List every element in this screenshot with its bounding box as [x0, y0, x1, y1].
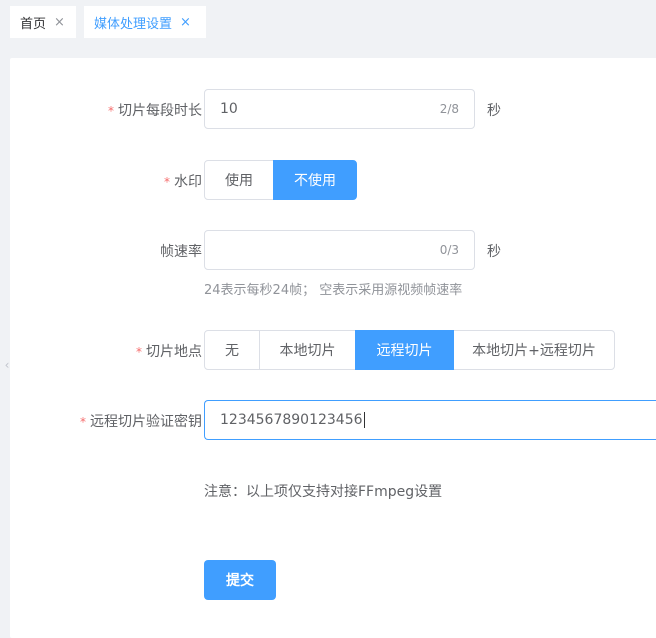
segment-duration-label: * 切片每段时长	[108, 103, 202, 119]
remote-key-label: * 远程切片验证密钥	[80, 414, 202, 430]
frame-rate-count: 0/3	[439, 243, 459, 257]
frame-rate-input[interactable]: 0/3	[204, 230, 475, 270]
slice-option-local[interactable]: 本地切片	[259, 330, 356, 370]
slice-option-remote[interactable]: 远程切片	[355, 330, 454, 370]
slice-option-none[interactable]: 无	[204, 330, 260, 370]
required-mark: *	[80, 415, 86, 429]
close-icon[interactable]: ×	[54, 15, 65, 30]
required-mark: *	[108, 104, 114, 118]
segment-duration-value: 10	[220, 101, 238, 117]
required-mark: *	[136, 345, 142, 359]
text-caret	[363, 412, 365, 428]
remote-key-input[interactable]: 1234567890123456	[204, 400, 656, 440]
watermark-option-use[interactable]: 使用	[204, 160, 274, 200]
submit-button[interactable]: 提交	[204, 560, 276, 600]
settings-form-card: ‹ * 切片每段时长 10 2/8 秒 * 水印 使用 不使用 帧速率 0/3 秒 …	[5, 58, 656, 638]
tab-home-label: 首页	[20, 16, 47, 32]
slice-location-group: 无 本地切片 远程切片 本地切片+远程切片	[204, 330, 615, 370]
watermark-label: * 水印	[164, 174, 202, 190]
segment-duration-count: 2/8	[439, 102, 459, 116]
tab-home[interactable]: 首页 ×	[10, 6, 76, 38]
ffmpeg-note: 注意：以上项仅支持对接FFmpeg设置	[204, 484, 443, 500]
slice-location-label: * 切片地点	[136, 344, 202, 360]
watermark-toggle: 使用 不使用	[204, 160, 357, 200]
frame-rate-label: 帧速率	[160, 244, 202, 260]
slice-option-local-remote[interactable]: 本地切片+远程切片	[453, 330, 615, 370]
tab-media-settings[interactable]: 媒体处理设置 ×	[84, 6, 206, 38]
chevron-left-icon[interactable]: ‹	[0, 344, 14, 386]
remote-key-value: 1234567890123456	[220, 412, 363, 428]
frame-rate-hint: 24表示每秒24帧； 空表示采用源视频帧速率	[204, 283, 463, 298]
required-mark: *	[164, 175, 170, 189]
frame-rate-unit: 秒	[487, 244, 501, 260]
tab-media-settings-label: 媒体处理设置	[94, 16, 173, 32]
close-icon[interactable]: ×	[180, 15, 191, 30]
watermark-option-no-use[interactable]: 不使用	[273, 160, 357, 200]
segment-duration-unit: 秒	[487, 103, 501, 119]
tab-bar: 首页 × 媒体处理设置 ×	[0, 0, 656, 46]
segment-duration-input[interactable]: 10 2/8	[204, 89, 475, 129]
